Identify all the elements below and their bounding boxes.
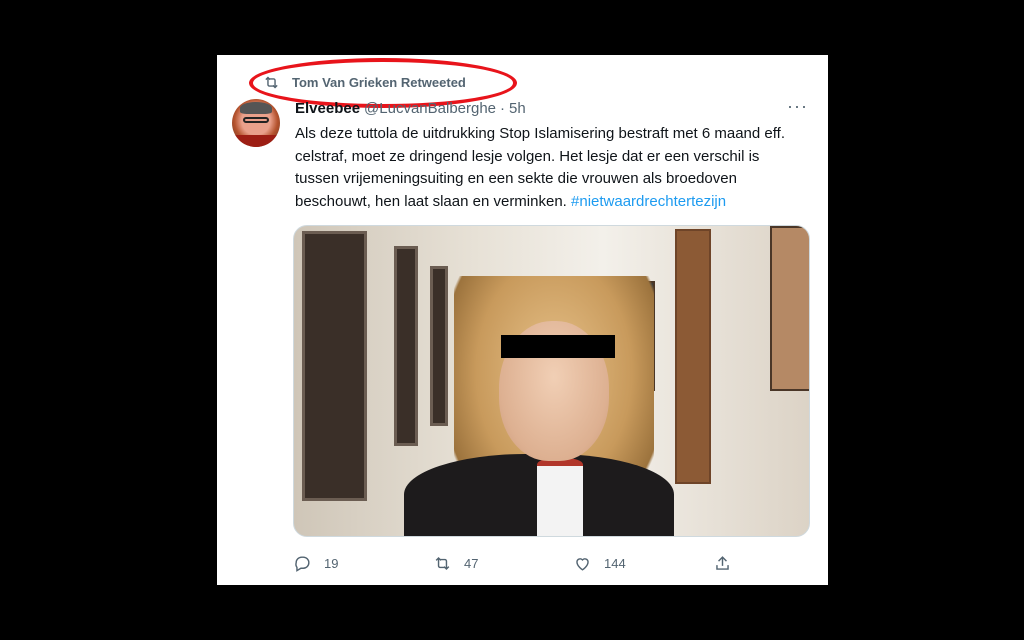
tweet-text-line: Als deze tuttola de uitdrukking Stop Isl… [295, 125, 785, 142]
retweet-count: 47 [464, 555, 479, 571]
reply-icon [295, 555, 310, 572]
like-count: 144 [604, 555, 626, 571]
photo-window [302, 231, 367, 501]
hashtag-link[interactable]: #nietwaardrechtertezijn [571, 193, 726, 210]
tweet-text-fragment: beschouwt, hen laat slaan en verminken. [295, 192, 567, 210]
share-button[interactable] [713, 554, 744, 573]
tweet-actions: 19 47 144 [293, 551, 813, 575]
tweet-card[interactable]: Tom Van Grieken Retweeted Elveebee @Lucv… [217, 55, 828, 585]
photo-window [394, 246, 418, 446]
photo-window [430, 266, 448, 426]
tweet-text-line: celstraf, moet ze dringend lesje volgen.… [295, 147, 760, 165]
author-name[interactable]: Elveebee [295, 100, 360, 117]
avatar[interactable] [232, 99, 280, 147]
avatar-glasses [243, 117, 269, 123]
more-icon[interactable]: ··· [787, 97, 808, 115]
censor-bar [501, 335, 615, 358]
photo-painting [770, 226, 809, 391]
avatar-hair [240, 102, 272, 114]
reply-count: 19 [324, 555, 339, 571]
avatar-shirt [232, 135, 280, 147]
separator-dot: · [500, 99, 506, 117]
retweet-button[interactable]: 47 [433, 554, 573, 573]
tweet-text-line: beschouwt, hen laat slaan en verminken. … [295, 191, 811, 214]
tweet-text-line: tussen vrijemeningsuiting en een sekte d… [295, 170, 737, 187]
retweet-icon [435, 556, 450, 570]
photo-collar-white [537, 466, 583, 536]
tweet-photo[interactable] [293, 225, 810, 537]
tweet-text: Als deze tuttola de uitdrukking Stop Isl… [295, 123, 811, 213]
author-handle[interactable]: @LucvanBalberghe [364, 100, 496, 117]
like-button[interactable]: 144 [573, 554, 713, 573]
share-icon [716, 555, 729, 570]
photo-door [675, 229, 711, 484]
tweet-time[interactable]: 5h [509, 100, 526, 117]
tweet-header: Elveebee @LucvanBalberghe · 5h [295, 98, 526, 118]
reply-button[interactable]: 19 [293, 554, 433, 573]
heart-icon [576, 557, 589, 571]
